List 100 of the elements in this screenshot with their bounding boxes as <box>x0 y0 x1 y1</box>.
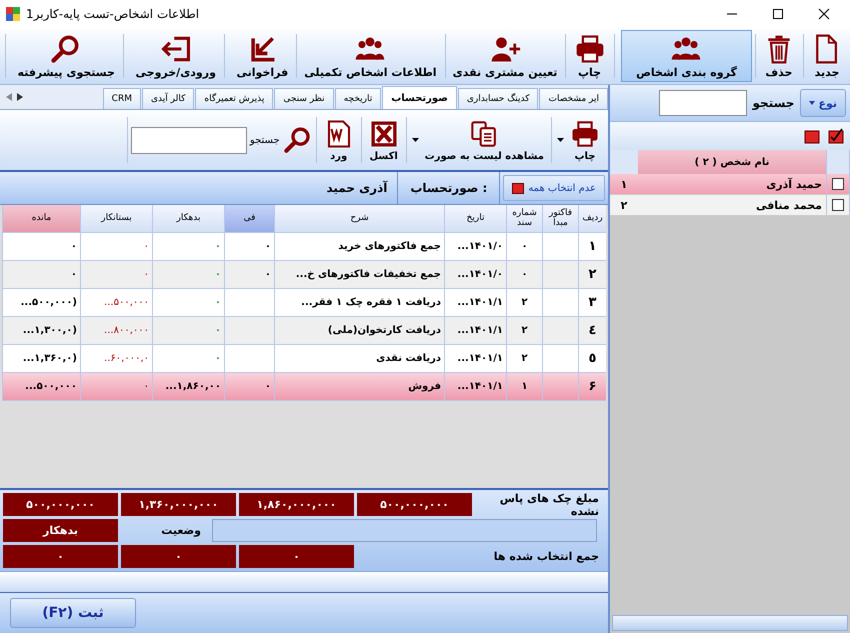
person-name: آذری حمید <box>325 181 389 195</box>
column-header[interactable]: شماره سند <box>506 205 542 232</box>
excel-icon <box>368 118 399 148</box>
search-field[interactable] <box>130 126 247 154</box>
table-cell: ۱۴۰۱/۱... <box>457 381 503 392</box>
printer-icon <box>570 118 600 148</box>
table-cell: ۰ <box>264 381 271 392</box>
tab[interactable]: صورتحساب <box>382 86 457 109</box>
column-header[interactable]: مانده <box>2 205 80 232</box>
selected-total-label: جمع انتخاب شده ها <box>492 549 600 565</box>
person-row[interactable]: حمید آذری ۱ <box>610 174 850 195</box>
table-row[interactable]: ۲ ۰ ۱۴۰۱/۰... جمع تخفیفات فاکتورهای خ... ۰ ۰ ۰ ۰ <box>2 261 606 289</box>
table-cell: ۲ <box>521 353 528 364</box>
person-name: حمید آذری <box>766 178 822 190</box>
table-cell: ۲ <box>588 267 596 282</box>
type-dropdown[interactable]: نوع <box>800 89 846 117</box>
uncheck-all-icon[interactable] <box>804 128 820 144</box>
toolbar-button[interactable]: چاپ <box>568 30 611 82</box>
tab[interactable]: تاریخچه <box>334 88 382 109</box>
column-header[interactable]: بدهکار <box>152 205 224 232</box>
status-label: وضعیت <box>160 523 201 539</box>
tab[interactable]: کالر آیدی <box>142 88 194 109</box>
amount-cell: ۵۰۰,۰۰۰,۰۰۰ <box>3 493 118 516</box>
toolbar-button[interactable]: تعیین مشتری نقدی <box>448 30 562 82</box>
table-cell: (۱,۳۰۰,۰... <box>22 325 77 336</box>
table-cell: ۶۰,۰۰۰,۰.. <box>104 353 149 364</box>
toolbar-button[interactable]: جستجوی پیشرفته <box>12 30 120 82</box>
toolbar-button[interactable]: حذف <box>758 30 800 82</box>
table-cell: ۰ <box>214 297 221 308</box>
search-label: جستجو <box>250 134 280 146</box>
table-cell: ۲ <box>521 297 528 308</box>
toolbar-button[interactable]: ورودی/خروجی <box>130 30 221 82</box>
table-cell: ۶ <box>588 379 596 394</box>
horizontal-scrollbar[interactable] <box>612 615 848 631</box>
checkbox[interactable] <box>832 178 844 190</box>
table-row[interactable]: ۱ ۰ ۱۴۰۱/۰... جمع فاکتورهای خرید ۰ ۰ ۰ ۰ <box>2 233 606 261</box>
tab[interactable]: کدینگ حسابداری <box>458 88 538 109</box>
word-button[interactable]: ورد <box>320 113 358 167</box>
column-header[interactable]: فی <box>224 205 274 232</box>
view-list-button[interactable]: مشاهده لیست به صورت <box>420 113 548 167</box>
table-cell: ۵۰۰,۰۰۰... <box>25 381 77 392</box>
amount-cell: ۱,۳۶۰,۰۰۰,۰۰۰ <box>121 493 236 516</box>
search-label: جستجو <box>752 96 794 110</box>
search-field[interactable] <box>658 90 747 116</box>
table-cell: ۰ <box>70 241 77 252</box>
table-cell: ۳ <box>588 295 596 310</box>
uncleared-cheques-label: مبلغ چک های پاس نشده <box>498 493 600 516</box>
toolbar-button[interactable]: فراخوانی <box>232 30 294 82</box>
table-row[interactable]: ۳ ۲ ۱۴۰۱/۱... دریافت ۱ فقره چک ۱ فقر... ۰ ۵۰۰,۰۰۰... (۵۰۰,۰۰۰... <box>2 289 606 317</box>
toolbar-button[interactable]: گروه بندی اشخاص <box>621 30 752 82</box>
row-number: ۱ <box>620 178 628 190</box>
scroll-left-icon[interactable] <box>6 93 12 101</box>
excel-button[interactable]: اکسل <box>364 113 403 167</box>
table-cell: ۱۴۰۱/۰... <box>457 269 503 280</box>
tab[interactable]: نظر سنجی <box>274 88 334 109</box>
column-header[interactable]: فاکتور مبدا <box>542 205 578 232</box>
square-icon <box>512 182 524 194</box>
column-header[interactable]: ردیف <box>578 205 606 232</box>
table-cell: ۱۴۰۱/۰... <box>457 241 503 252</box>
table-cell: جمع تخفیفات فاکتورهای خ... <box>296 269 441 280</box>
amount-cell: ۰ <box>239 545 354 568</box>
table-cell: ۱ <box>588 239 596 254</box>
maximize-icon[interactable] <box>772 8 784 20</box>
table-row[interactable]: ٥ ۲ ۱۴۰۱/۱... دریافت نقدی ۰ ۶۰,۰۰۰,۰.. (۱,۳۶۰,۰... <box>2 345 606 373</box>
column-header[interactable]: نام شخص ( ۲ ) <box>638 150 827 174</box>
table-cell: ۲ <box>521 325 528 336</box>
column-header[interactable]: تاریخ <box>444 205 506 232</box>
checkbox[interactable] <box>832 199 844 211</box>
row-number: ۲ <box>620 198 628 212</box>
tab[interactable]: CRM <box>102 88 141 109</box>
tab[interactable]: پذیرش تعمیرگاه <box>195 88 274 109</box>
print-button[interactable]: چاپ <box>566 113 604 167</box>
table-cell: ۱۴۰۱/۱... <box>457 325 503 336</box>
amount-cell: ۰ <box>121 545 236 568</box>
check-all-icon[interactable] <box>828 128 844 144</box>
amount-cell: ۵۰۰,۰۰۰,۰۰۰ <box>357 493 472 516</box>
save-button[interactable]: ثبت (F۲) <box>10 598 136 628</box>
table-cell: ۸۰۰,۰۰۰... <box>104 325 149 336</box>
app-icon <box>6 7 20 21</box>
toolbar-button[interactable]: جدید <box>806 30 848 82</box>
window-title: اطلاعات اشخاص-تست پایه-کاربر1 <box>26 7 200 21</box>
scroll-right-icon[interactable] <box>17 93 23 101</box>
toolbar-button[interactable]: اطلاعات اشخاص تکمیلی <box>299 30 442 82</box>
table-cell: ۰ <box>214 353 221 364</box>
amount-cell: ۱,۸۶۰,۰۰۰,۰۰۰ <box>239 493 354 516</box>
tab[interactable]: ایر مشخصات <box>539 88 608 109</box>
statement-label: صورتحساب : <box>410 181 488 195</box>
table-row[interactable]: ۶ ۱ ۱۴۰۱/۱... فروش ۰ ۱,۸۶۰,۰۰... ۰ ۵۰۰,۰۰۰... <box>2 373 606 401</box>
table-cell: ۰ <box>264 269 271 280</box>
table-cell: ۰ <box>144 381 149 392</box>
amount-cell: ۰ <box>3 545 118 568</box>
table-cell: دریافت نقدی <box>376 353 441 364</box>
table-cell: (۵۰۰,۰۰۰... <box>20 297 77 308</box>
table-cell: ۱۴۰۱/۱... <box>457 353 503 364</box>
table-cell: دریافت ۱ فقره چک ۱ فقر... <box>301 297 441 308</box>
person-row[interactable]: محمد منافی ۲ <box>610 195 850 216</box>
table-cell: دریافت کارتخوان(ملی) <box>328 325 441 336</box>
close-icon[interactable] <box>818 8 830 20</box>
deselect-all-button[interactable]: عدم انتخاب همه <box>503 175 605 201</box>
table-row[interactable]: ٤ ۲ ۱۴۰۱/۱... دریافت کارتخوان(ملی) ۰ ۸۰۰,۰۰۰... (۱,۳۰۰,۰... <box>2 317 606 345</box>
